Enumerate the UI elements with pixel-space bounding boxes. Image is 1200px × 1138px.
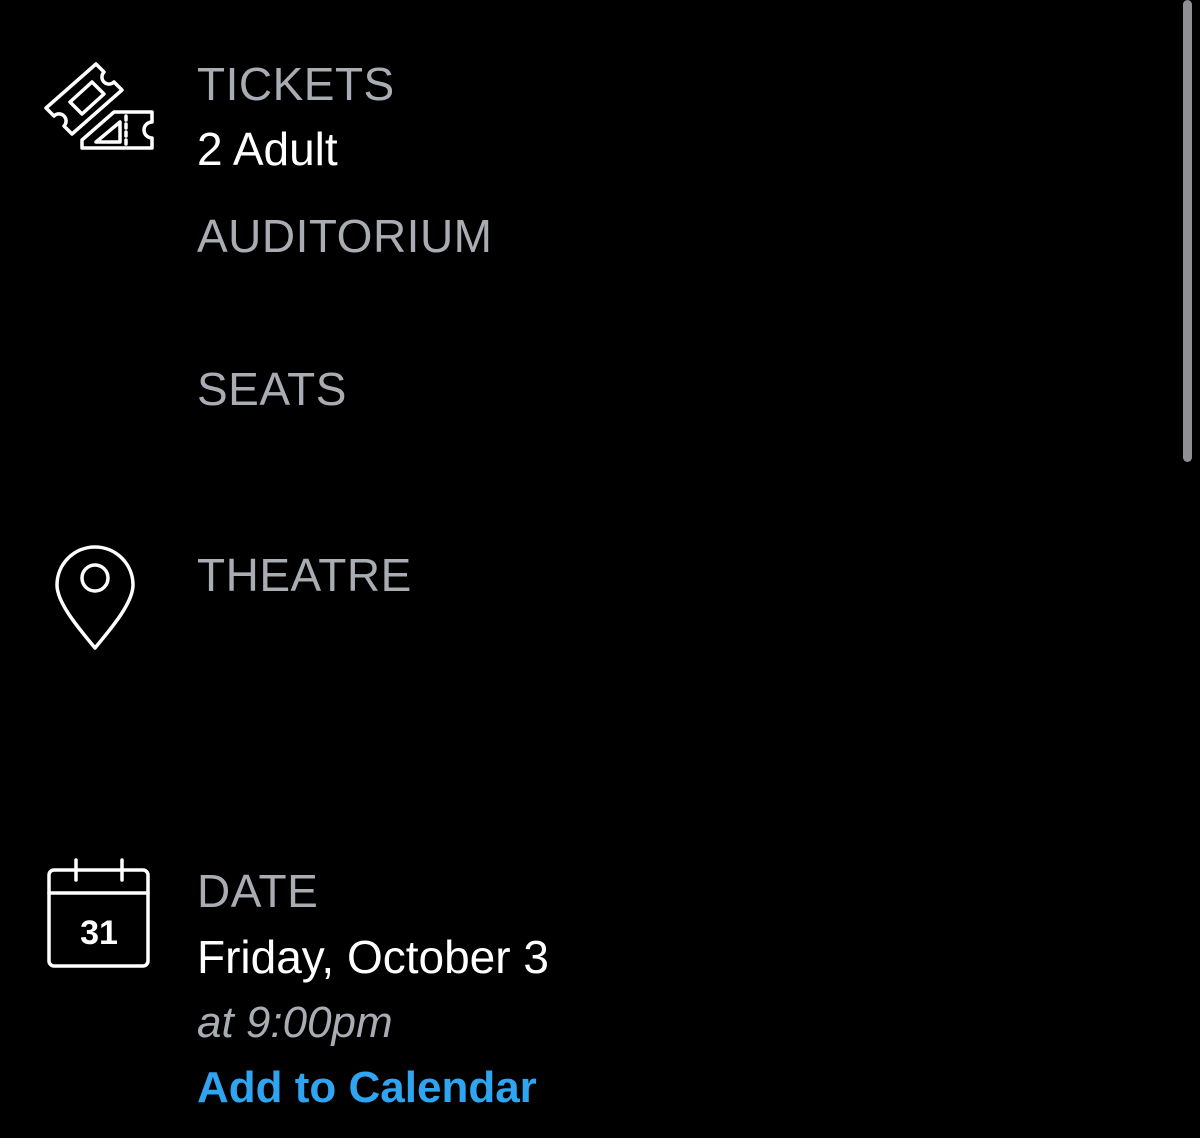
date-time: at 9:00pm	[197, 998, 393, 1047]
auditorium-label: AUDITORIUM	[197, 210, 493, 262]
date-label: DATE	[197, 865, 319, 917]
map-pin-icon	[55, 545, 135, 650]
theatre-label: THEATRE	[197, 549, 412, 601]
tickets-value: 2 Adult	[197, 123, 338, 175]
tickets-label: TICKETS	[197, 58, 395, 110]
date-value: Friday, October 3	[197, 931, 549, 983]
add-to-calendar-link[interactable]: Add to Calendar	[197, 1066, 537, 1110]
scrollbar[interactable]	[1183, 0, 1192, 462]
ticket-icon	[44, 62, 154, 150]
calendar-day-number: 31	[80, 914, 118, 952]
seats-label: SEATS	[197, 363, 347, 415]
